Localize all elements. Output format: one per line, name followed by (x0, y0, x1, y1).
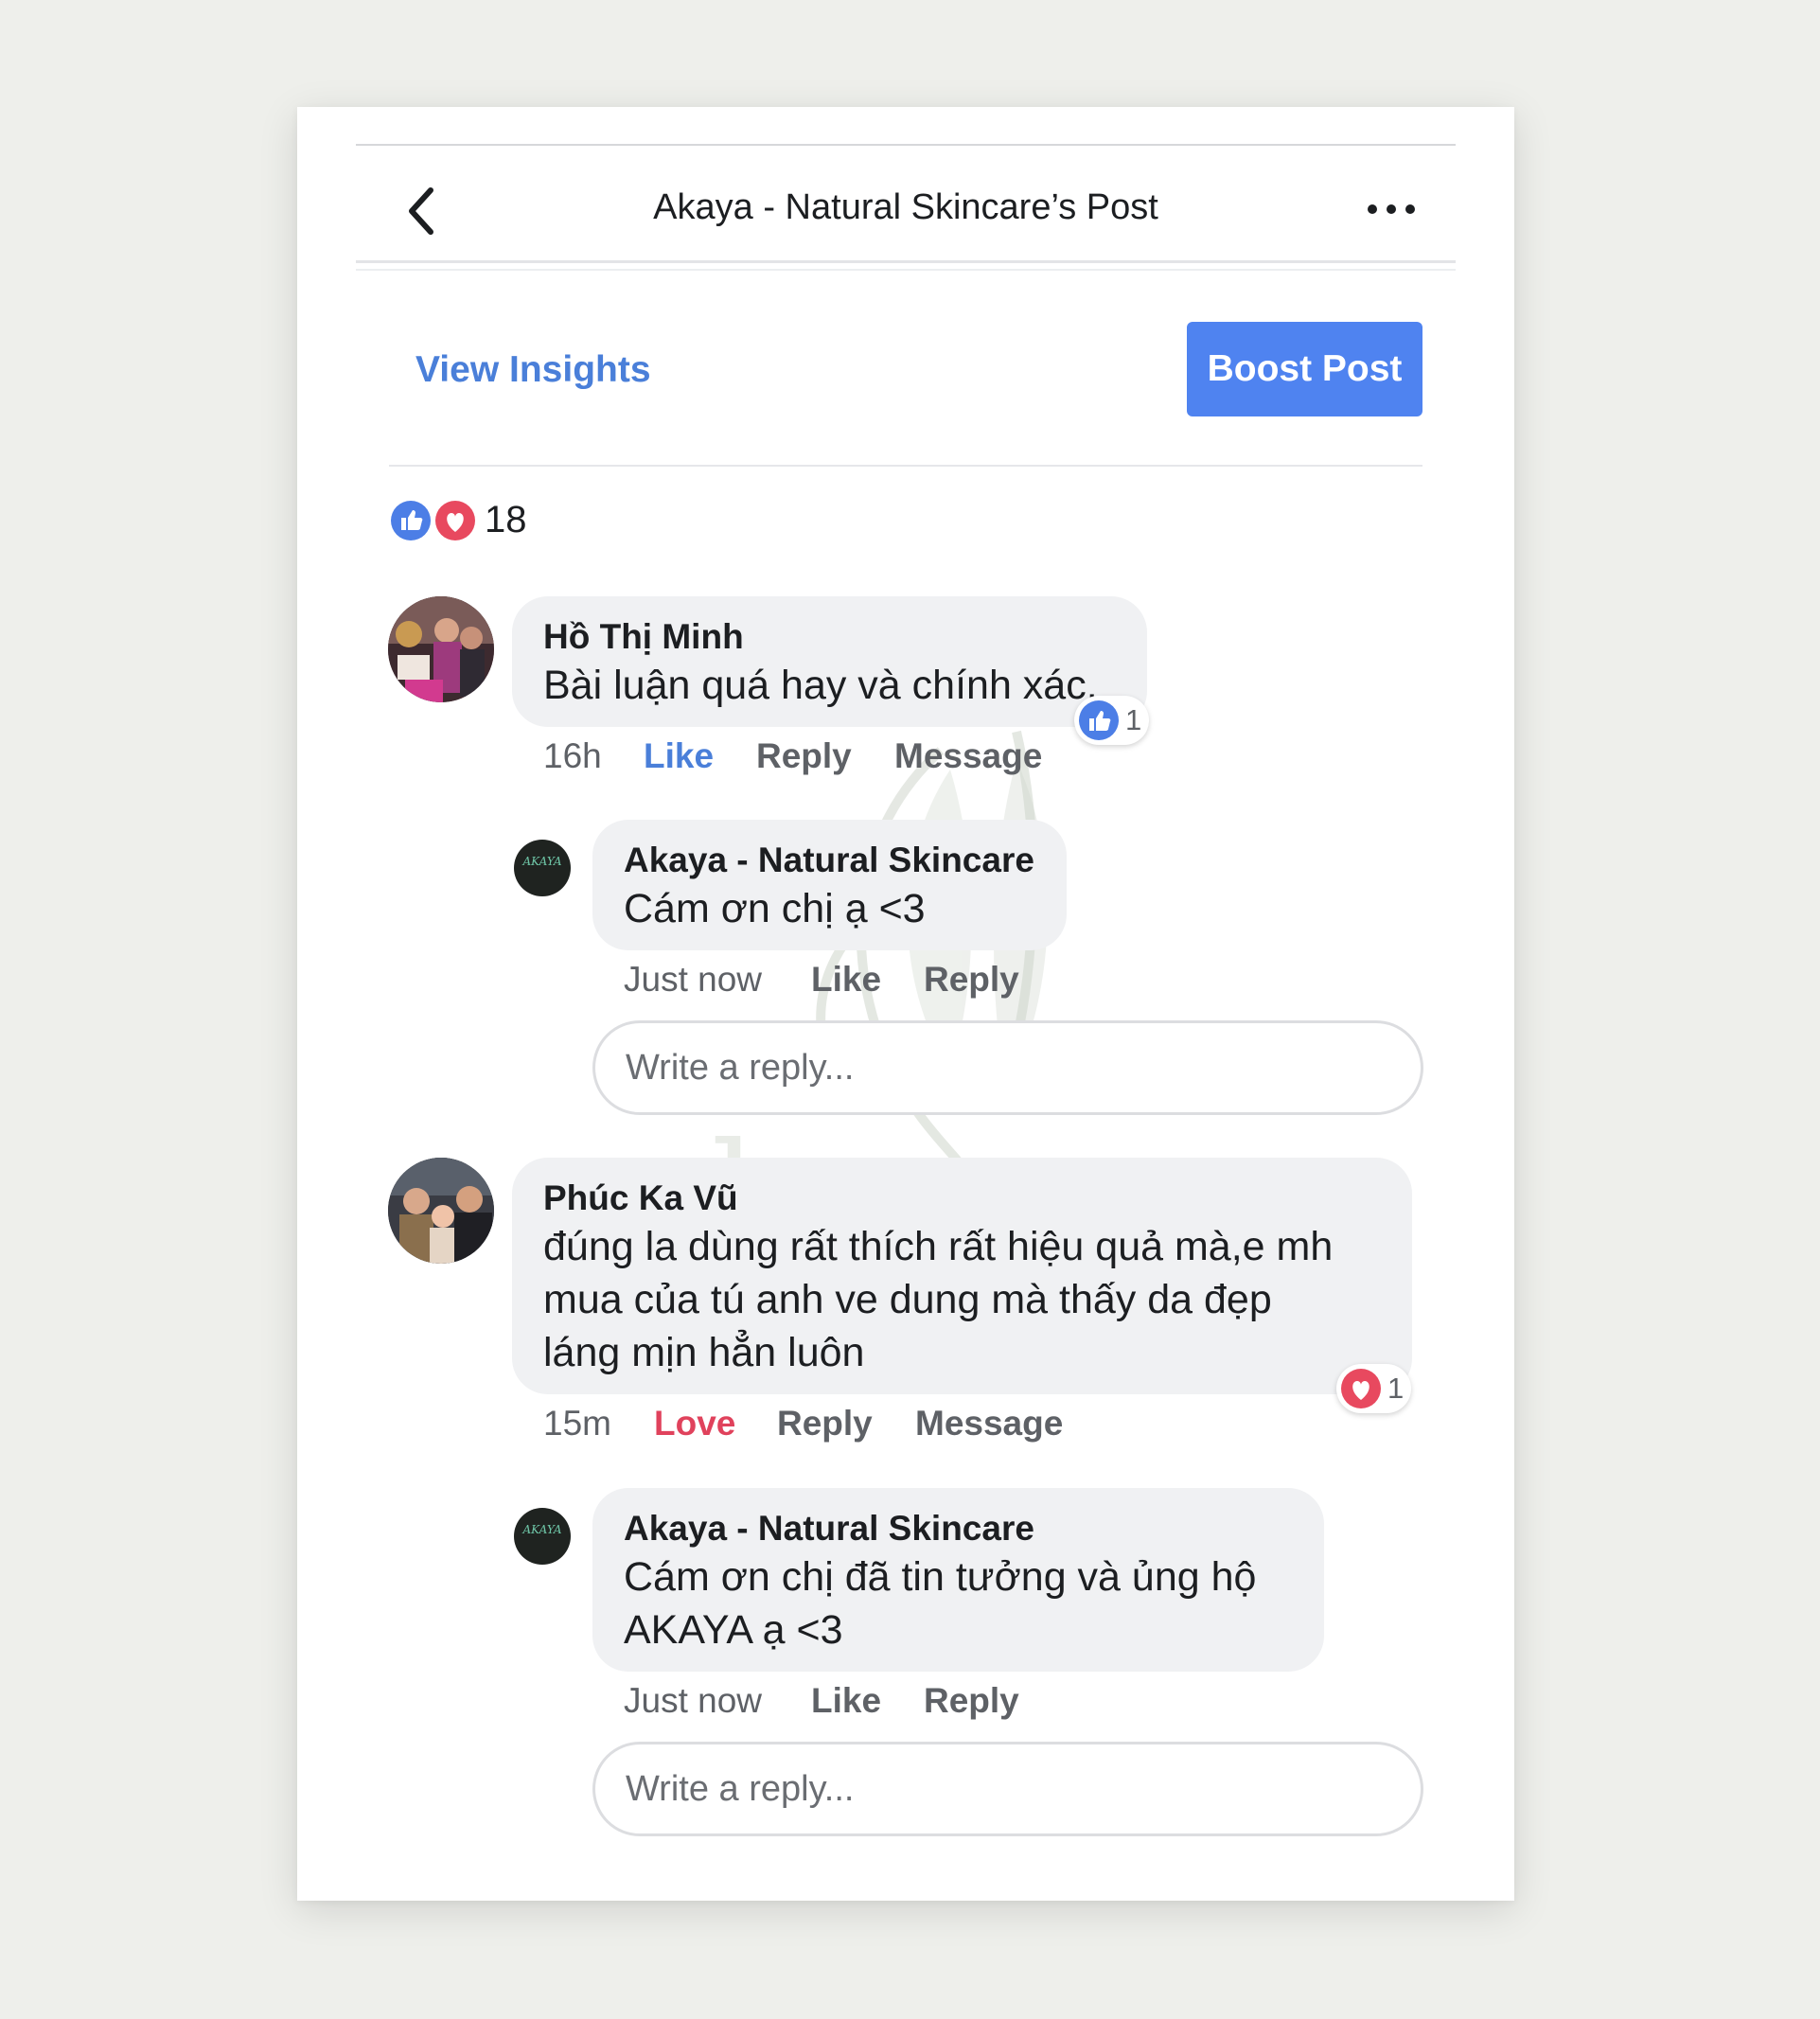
comment-bubble: Phúc Ka Vũ đúng la dùng rất thích rất hi… (512, 1158, 1412, 1394)
write-reply-input[interactable]: Write a reply... (592, 1742, 1423, 1836)
reply-bubble: Akaya - Natural Skincare Cám ơn chị ạ <3 (592, 820, 1067, 950)
reply-text-line: AKAYA ạ <3 (624, 1607, 843, 1653)
reply-time: Just now (624, 960, 763, 999)
reply-bubble: Akaya - Natural Skincare Cám ơn chị đã t… (592, 1488, 1324, 1672)
reaction-count: 18 (485, 499, 527, 540)
boost-post-button[interactable]: Boost Post (1187, 322, 1422, 416)
comment-bubble: Hồ Thị Minh Bài luận quá hay và chính xá… (512, 596, 1147, 727)
like-icon (1079, 700, 1119, 740)
reply-text-line: Cám ơn chị đã tin tưởng và ủng hộ (624, 1554, 1257, 1600)
akaya-logo-text: AKAYA (522, 855, 562, 868)
header-divider (356, 260, 1456, 263)
post-comments-card: Akaya - Natural Skincare’s Post View Ins… (297, 107, 1514, 1901)
reply-button[interactable]: Reply (756, 733, 852, 780)
reply-like-button[interactable]: Like (811, 956, 881, 1003)
comment-reaction-count: 1 (1125, 703, 1142, 736)
comment-text-line: đúng la dùng rất thích rất hiệu quả mà,e… (543, 1224, 1334, 1269)
comment-reaction-badge[interactable]: 1 (1074, 696, 1150, 745)
message-button[interactable]: Message (915, 1400, 1063, 1447)
comment-text-line: mua của tú anh ve dung mà thấy da đẹp (543, 1277, 1272, 1322)
reactions-summary[interactable] (389, 497, 477, 544)
akaya-avatar[interactable]: AKAYA (514, 1508, 571, 1565)
view-insights-link[interactable]: View Insights (415, 342, 651, 398)
avatar-photo-icon (388, 1158, 494, 1264)
reply-reply-button[interactable]: Reply (924, 956, 1019, 1003)
love-button[interactable]: Love (654, 1400, 735, 1447)
write-reply-input[interactable]: Write a reply... (592, 1020, 1423, 1115)
header-top-divider (356, 144, 1456, 146)
reply-button[interactable]: Reply (777, 1400, 873, 1447)
page-title: Akaya - Natural Skincare’s Post (653, 187, 1158, 227)
comment-time: 15m (543, 1404, 611, 1443)
like-love-icons (389, 499, 477, 542)
love-icon (1341, 1369, 1381, 1408)
comment-reaction-count: 1 (1387, 1372, 1405, 1405)
avatar-phuc-ka-vu[interactable] (388, 1158, 494, 1264)
comment-author[interactable]: Hồ Thị Minh (543, 614, 744, 660)
akaya-avatar[interactable]: AKAYA (514, 840, 571, 896)
comment-author[interactable]: Phúc Ka Vũ (543, 1176, 738, 1221)
message-button[interactable]: Message (894, 733, 1042, 780)
comment-time: 16h (543, 736, 602, 775)
reply-author[interactable]: Akaya - Natural Skincare (624, 1506, 1034, 1551)
comment-text: Bài luận quá hay và chính xác. (543, 663, 1098, 708)
comment-text-line: láng mịn hẳn luôn (543, 1330, 865, 1375)
reply-reply-button[interactable]: Reply (924, 1677, 1019, 1725)
header-divider-2 (356, 269, 1456, 271)
comment-reaction-badge[interactable]: 1 (1336, 1364, 1412, 1413)
avatar-ho-thi-minh[interactable] (388, 596, 494, 702)
like-button[interactable]: Like (644, 733, 714, 780)
akaya-logo-text: AKAYA (522, 1523, 562, 1536)
reply-time: Just now (624, 1681, 763, 1720)
reply-author[interactable]: Akaya - Natural Skincare (624, 838, 1034, 883)
more-options-button[interactable] (1363, 190, 1420, 228)
more-dots-icon (1368, 204, 1415, 214)
actions-divider (389, 465, 1422, 467)
avatar-photo-icon (388, 596, 494, 702)
reply-like-button[interactable]: Like (811, 1677, 881, 1725)
reply-text: Cám ơn chị ạ <3 (624, 886, 926, 931)
